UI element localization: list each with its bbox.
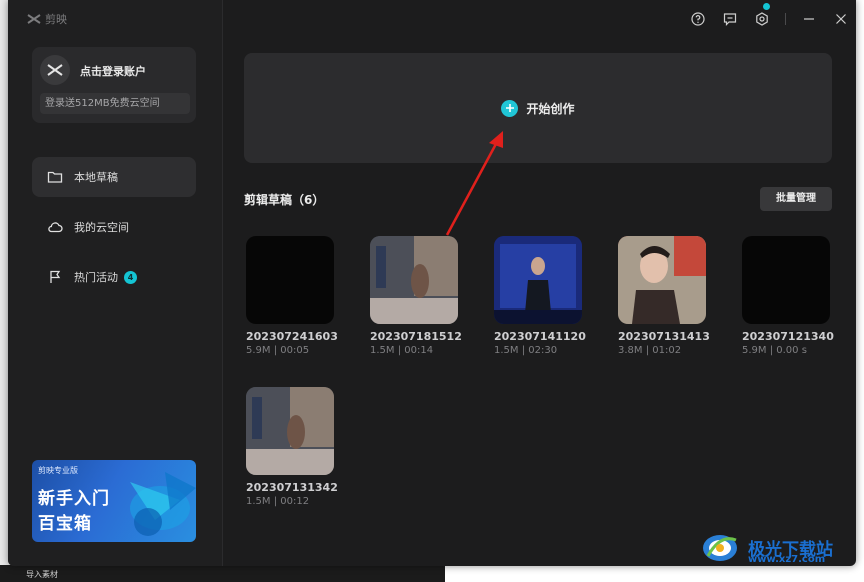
draft-name: 202307131413 bbox=[618, 330, 710, 343]
events-badge: 4 bbox=[124, 270, 137, 284]
video-frame-image bbox=[494, 236, 582, 324]
sidebar-item-local-drafts[interactable]: 本地草稿 bbox=[32, 157, 196, 197]
start-creating-button[interactable]: 开始创作 bbox=[244, 53, 832, 163]
app-window: 剪映 点击登录账户 登录送512MB免费云空间 本地草稿 我的云空间 热门活动 … bbox=[8, 0, 856, 566]
draft-thumbnail[interactable] bbox=[370, 236, 458, 324]
banner-3d-logo-icon bbox=[130, 472, 196, 536]
sidebar-item-cloud[interactable]: 我的云空间 bbox=[32, 207, 196, 247]
titlebar-divider bbox=[785, 13, 786, 25]
banner-line-1: 新手入门 bbox=[38, 489, 110, 509]
settings-icon[interactable] bbox=[753, 10, 771, 28]
flag-icon bbox=[46, 268, 64, 286]
banner-brand: 剪映专业版 bbox=[38, 466, 78, 475]
sidebar-item-label: 本地草稿 bbox=[74, 171, 118, 184]
minimize-icon[interactable] bbox=[800, 10, 818, 28]
cloud-icon bbox=[46, 218, 64, 236]
batch-manage-button[interactable]: 批量管理 bbox=[760, 187, 832, 211]
settings-notification-dot bbox=[763, 3, 770, 10]
watermark-logo-icon bbox=[703, 535, 737, 561]
draft-item[interactable]: 202307181512 1.5M | 00:14 bbox=[370, 236, 480, 356]
titlebar-controls bbox=[675, 10, 850, 28]
start-creating-label: 开始创作 bbox=[526, 101, 575, 116]
draft-name: 202307121340 bbox=[742, 330, 834, 343]
draft-meta: 1.5M | 02:30 bbox=[494, 345, 558, 356]
capcut-avatar-icon bbox=[47, 64, 63, 76]
drafts-section-title: 剪辑草稿（6） bbox=[244, 193, 325, 207]
draft-meta: 5.9M | 00:05 bbox=[246, 345, 310, 356]
draft-name: 202307141120 bbox=[494, 330, 586, 343]
draft-item[interactable]: 202307121340 5.9M | 0.00 s bbox=[742, 236, 852, 356]
draft-meta: 3.8M | 01:02 bbox=[618, 345, 682, 356]
app-logo: 剪映 bbox=[27, 11, 67, 27]
draft-thumbnail[interactable] bbox=[246, 387, 334, 475]
capcut-logo-icon bbox=[27, 14, 41, 24]
sidebar-item-label: 我的云空间 bbox=[74, 221, 129, 234]
draft-thumbnail[interactable] bbox=[246, 236, 334, 324]
draft-name: 202307241603 bbox=[246, 330, 338, 343]
background-import-label: 导入素材 bbox=[26, 570, 58, 579]
draft-meta: 1.5M | 00:12 bbox=[246, 496, 310, 507]
draft-meta: 1.5M | 00:14 bbox=[370, 345, 434, 356]
feedback-icon[interactable] bbox=[721, 10, 739, 28]
app-name: 剪映 bbox=[45, 13, 67, 26]
login-label[interactable]: 点击登录账户 bbox=[80, 63, 146, 79]
plus-icon bbox=[501, 99, 519, 117]
avatar[interactable] bbox=[40, 55, 70, 85]
banner-line-2: 百宝箱 bbox=[38, 514, 92, 534]
account-card[interactable]: 点击登录账户 登录送512MB免费云空间 bbox=[32, 47, 196, 123]
sidebar: 剪映 点击登录账户 登录送512MB免费云空间 本地草稿 我的云空间 热门活动 … bbox=[8, 0, 223, 566]
close-icon[interactable] bbox=[832, 10, 850, 28]
beginner-banner[interactable]: 剪映专业版 新手入门 百宝箱 bbox=[32, 460, 196, 542]
video-frame-image bbox=[618, 236, 706, 324]
cloud-promo[interactable]: 登录送512MB免费云空间 bbox=[40, 93, 190, 114]
draft-thumbnail[interactable] bbox=[742, 236, 830, 324]
draft-thumbnail[interactable] bbox=[618, 236, 706, 324]
draft-item[interactable]: 202307141120 1.5M | 02:30 bbox=[494, 236, 604, 356]
sidebar-item-label: 热门活动 bbox=[74, 271, 118, 284]
draft-thumbnail[interactable] bbox=[494, 236, 582, 324]
watermark-url: www.xz7.com bbox=[748, 554, 826, 565]
background-taskbar bbox=[0, 565, 445, 582]
video-frame-image bbox=[370, 236, 458, 324]
draft-item[interactable]: 202307131413 3.8M | 01:02 bbox=[618, 236, 728, 356]
draft-meta: 5.9M | 0.00 s bbox=[742, 345, 807, 356]
sidebar-item-events[interactable]: 热门活动 4 bbox=[32, 257, 196, 297]
video-frame-image bbox=[246, 387, 334, 475]
draft-name: 202307131342 bbox=[246, 481, 338, 494]
draft-item[interactable]: 202307241603 5.9M | 00:05 bbox=[246, 236, 356, 356]
draft-name: 202307181512 bbox=[370, 330, 462, 343]
background-bottom-strip: 导入素材 bbox=[0, 565, 864, 582]
folder-icon bbox=[46, 168, 64, 186]
help-icon[interactable] bbox=[689, 10, 707, 28]
draft-item[interactable]: 202307131342 1.5M | 00:12 bbox=[246, 387, 356, 507]
